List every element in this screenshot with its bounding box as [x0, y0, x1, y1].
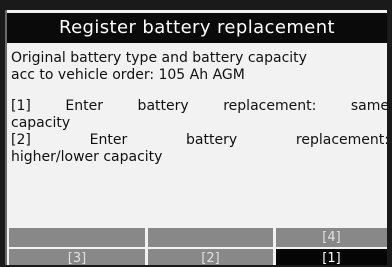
option-2-line-2: higher/lower capacity: [11, 149, 163, 165]
softkey-3[interactable]: [3]: [9, 249, 145, 265]
option-1-same-capacity[interactable]: [1] Enter battery replacement: same capa…: [11, 98, 387, 132]
option-2-different-capacity[interactable]: [2] Enter battery replacement: higher/lo…: [11, 132, 387, 166]
screen: Register battery replacement Original ba…: [0, 0, 392, 267]
softkey-bar: [4] [3] [2] [1]: [7, 226, 387, 265]
softkey-1[interactable]: [1]: [276, 249, 387, 265]
battery-info-line-2: acc to vehicle order: 105 Ah AGM: [11, 67, 245, 83]
option-1-line-1: [1] Enter battery replacement: same: [11, 98, 387, 114]
display-panel: Register battery replacement Original ba…: [5, 10, 387, 265]
softkey-4[interactable]: [4]: [276, 228, 387, 247]
softkey-2[interactable]: [2]: [148, 249, 273, 265]
option-1-line-2: capacity: [11, 115, 71, 131]
page-title: Register battery replacement: [7, 13, 387, 43]
battery-info-text: Original battery type and battery capaci…: [11, 50, 387, 84]
battery-info-line-1: Original battery type and battery capaci…: [11, 50, 307, 66]
content-area: Original battery type and battery capaci…: [11, 50, 387, 166]
softkey-blank-1: [9, 228, 145, 247]
option-2-line-1: [2] Enter battery replacement:: [11, 132, 387, 148]
softkey-blank-2: [148, 228, 273, 247]
